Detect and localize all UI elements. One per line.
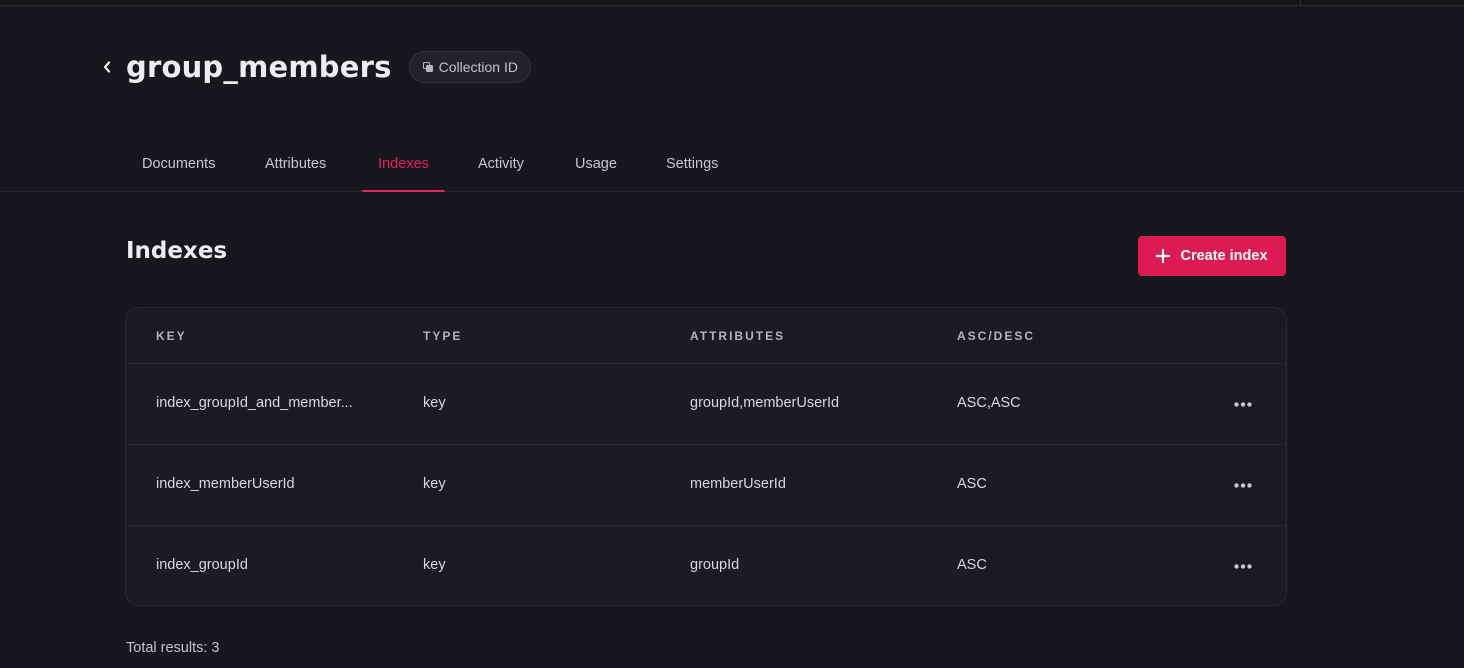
tab-activity[interactable]: Activity <box>478 140 524 191</box>
cell-order: ASC,ASC <box>957 395 1021 411</box>
column-header-attributes: ATTRIBUTES <box>690 329 786 343</box>
table-header: KEY TYPE ATTRIBUTES ASC/DESC <box>126 308 1286 364</box>
tab-indexes[interactable]: Indexes <box>362 140 445 192</box>
cell-key: index_groupId_and_member... <box>156 395 353 411</box>
section-title: Indexes <box>126 238 228 264</box>
cell-key: index_groupId <box>156 557 248 573</box>
page-header: group_members Collection ID <box>100 48 531 86</box>
collection-id-label: Collection ID <box>438 59 518 75</box>
table-row[interactable]: index_groupId key groupId ASC <box>126 526 1286 605</box>
more-horizontal-icon <box>1234 563 1252 569</box>
table-row[interactable]: index_memberUserId key memberUserId ASC <box>126 445 1286 526</box>
cell-order: ASC <box>957 476 987 492</box>
cell-type: key <box>423 395 446 411</box>
cell-order: ASC <box>957 557 987 573</box>
more-horizontal-icon <box>1234 482 1252 488</box>
table-row[interactable]: index_groupId_and_member... key groupId,… <box>126 364 1286 445</box>
cell-attributes: memberUserId <box>690 476 786 492</box>
tab-settings[interactable]: Settings <box>666 140 718 191</box>
top-bar <box>0 0 1464 6</box>
row-options-button[interactable] <box>1228 553 1258 579</box>
copy-collection-id-button[interactable]: Collection ID <box>408 51 531 83</box>
column-header-type: TYPE <box>423 329 463 343</box>
create-index-label: Create index <box>1180 248 1268 264</box>
cell-attributes: groupId <box>690 557 740 573</box>
more-horizontal-icon <box>1234 401 1252 407</box>
collection-tabs: Documents Attributes Indexes Activity Us… <box>0 140 1464 192</box>
page-title: group_members <box>126 50 392 84</box>
tab-usage[interactable]: Usage <box>575 140 617 191</box>
tab-attributes[interactable]: Attributes <box>265 140 326 191</box>
cell-attributes: groupId,memberUserId <box>690 395 840 411</box>
top-bar-divider <box>1300 0 1301 6</box>
copy-icon <box>422 61 433 72</box>
row-options-button[interactable] <box>1228 391 1258 417</box>
create-index-button[interactable]: Create index <box>1138 236 1286 276</box>
back-button[interactable] <box>100 57 114 77</box>
cell-type: key <box>423 476 446 492</box>
chevron-left-icon <box>103 61 111 73</box>
column-header-order: ASC/DESC <box>957 329 1036 343</box>
plus-icon <box>1156 249 1171 263</box>
cell-type: key <box>423 557 446 573</box>
tab-documents[interactable]: Documents <box>142 140 215 191</box>
cell-key: index_memberUserId <box>156 476 295 492</box>
row-options-button[interactable] <box>1228 472 1258 498</box>
indexes-table: KEY TYPE ATTRIBUTES ASC/DESC index_group… <box>125 307 1287 606</box>
column-header-key: KEY <box>156 329 187 343</box>
total-results: Total results: 3 <box>126 640 220 656</box>
